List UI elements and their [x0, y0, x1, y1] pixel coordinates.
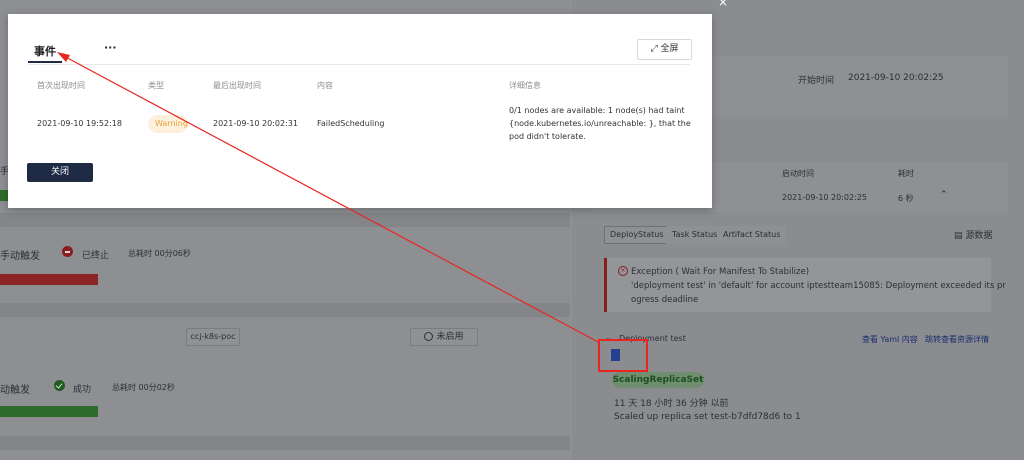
arrow-head-icon: [57, 52, 70, 62]
annotation-arrow-line: [59, 53, 601, 344]
annotation-highlight-box: [598, 339, 648, 372]
annotation-overlay: [57, 52, 648, 372]
